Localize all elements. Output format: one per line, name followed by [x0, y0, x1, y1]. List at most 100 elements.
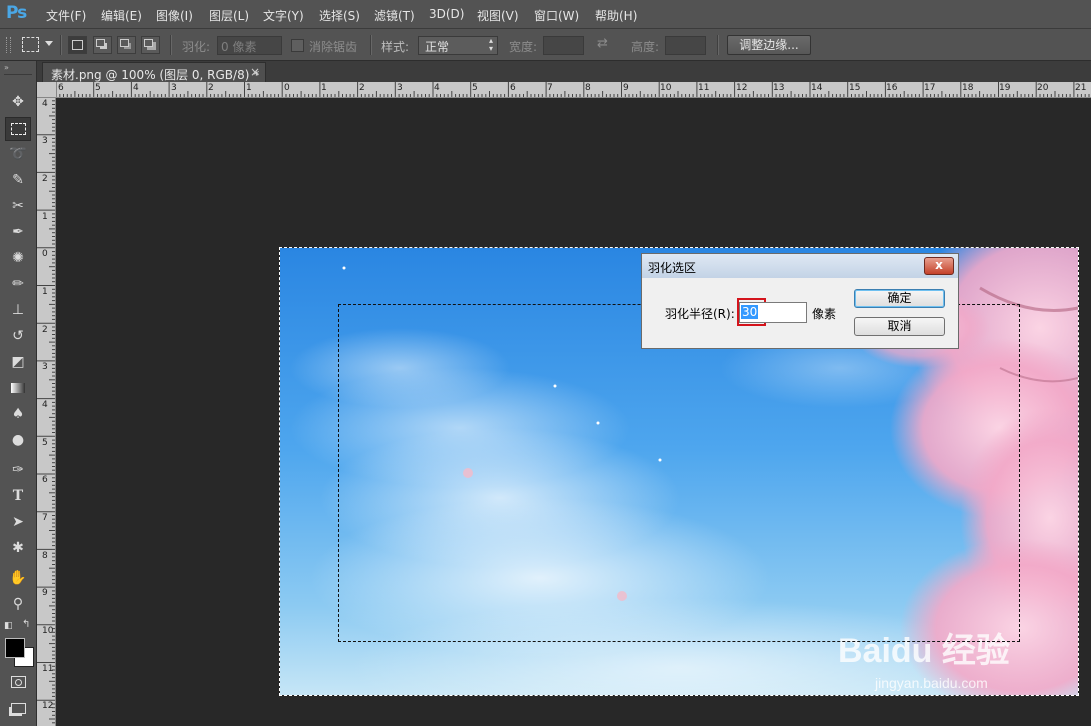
- updown-arrow-icon: ▴ ▾: [488, 36, 493, 53]
- type-tool-icon[interactable]: T: [6, 485, 30, 507]
- crop-tool-icon[interactable]: ✂: [6, 195, 30, 217]
- menu-layer[interactable]: 图层(L): [209, 7, 249, 24]
- ruler-h-label: 3: [397, 83, 403, 93]
- style-select-value: 正常: [425, 40, 450, 54]
- move-tool-icon[interactable]: ✥: [6, 91, 30, 113]
- style-select[interactable]: 正常 ▴ ▾: [418, 36, 498, 55]
- add-selection-mode-button[interactable]: [93, 36, 112, 54]
- marquee-preset-icon[interactable]: [22, 37, 39, 52]
- options-bar: 羽化: 0 像素 消除锯齿 样式: 正常 ▴ ▾ 宽度: ⇄ 高度: 调整边缘..…: [0, 29, 1091, 61]
- swap-dimensions-icon[interactable]: ⇄: [597, 36, 608, 51]
- dialog-titlebar[interactable]: 羽化选区 x: [642, 254, 958, 278]
- ruler-h-label: 10: [660, 83, 672, 93]
- refine-edge-button[interactable]: 调整边缘...: [727, 35, 811, 55]
- path-selection-tool-icon[interactable]: ➤: [6, 511, 30, 533]
- menu-help[interactable]: 帮助(H): [595, 7, 637, 24]
- photoshop-logo: Ps: [6, 3, 27, 23]
- ruler-h-label: 4: [133, 83, 139, 93]
- height-input[interactable]: [665, 36, 706, 55]
- menu-bar: Ps 文件(F) 编辑(E) 图像(I) 图层(L) 文字(Y) 选择(S) 滤…: [0, 0, 1091, 29]
- ruler-h-label: 12: [736, 83, 748, 93]
- feather-radius-input[interactable]: 30: [739, 302, 807, 323]
- chevron-down-icon[interactable]: [45, 41, 53, 46]
- zoom-tool-icon[interactable]: ⚲: [6, 593, 30, 615]
- ruler-v-label: 1: [42, 287, 48, 297]
- ruler-origin[interactable]: [37, 82, 57, 98]
- menu-window[interactable]: 窗口(W): [534, 7, 579, 24]
- dodge-tool-icon[interactable]: ●: [6, 429, 30, 451]
- screen-mode-icon[interactable]: [6, 697, 30, 719]
- quick-selection-tool-icon[interactable]: ✎: [6, 169, 30, 191]
- menu-filter[interactable]: 滤镜(T): [374, 7, 415, 24]
- new-selection-mode-button[interactable]: [68, 36, 87, 54]
- vertical-ruler[interactable]: 4 3 2 1 0 1 2 3 4 5 6 7 8 9 10 11 12: [37, 97, 56, 726]
- menu-select[interactable]: 选择(S): [319, 7, 360, 24]
- menu-type[interactable]: 文字(Y): [263, 7, 304, 24]
- intersect-selection-mode-button[interactable]: [141, 36, 160, 54]
- close-icon[interactable]: x: [924, 257, 954, 275]
- cancel-button[interactable]: 取消: [854, 317, 945, 336]
- radius-label: 羽化半径(R):: [665, 307, 735, 321]
- menu-file[interactable]: 文件(F): [46, 7, 86, 24]
- ruler-v-label: 10: [42, 626, 54, 636]
- quick-mask-icon[interactable]: [6, 671, 30, 693]
- unit-label: 像素: [812, 307, 837, 321]
- menu-edit[interactable]: 编辑(E): [101, 7, 142, 24]
- ruler-h-label: 6: [58, 83, 64, 93]
- healing-brush-tool-icon[interactable]: ✺: [6, 247, 30, 269]
- blur-tool-icon[interactable]: ♠: [6, 403, 30, 425]
- ruler-h-label: 2: [208, 83, 214, 93]
- ruler-h-label: 5: [472, 83, 478, 93]
- gradient-tool-icon[interactable]: [6, 377, 30, 399]
- shape-tool-icon[interactable]: ✱: [6, 537, 30, 559]
- document-tab[interactable]: 素材.png @ 100% (图层 0, RGB/8) * ×: [42, 62, 266, 83]
- ruler-h-label: 1: [321, 83, 327, 93]
- foreground-color-swatch[interactable]: [5, 638, 25, 658]
- feather-label: 羽化:: [182, 40, 211, 54]
- close-tab-icon[interactable]: ×: [250, 65, 260, 79]
- feather-input[interactable]: 0 像素: [217, 36, 282, 55]
- antialias-label: 消除锯齿: [309, 40, 358, 54]
- ruler-h-label: 8: [585, 83, 591, 93]
- menu-view[interactable]: 视图(V): [477, 7, 519, 24]
- width-input[interactable]: [543, 36, 584, 55]
- default-colors-icon[interactable]: ◧: [4, 621, 13, 631]
- ruler-h-label: 3: [171, 83, 177, 93]
- hand-tool-icon[interactable]: ✋: [6, 567, 30, 589]
- ruler-h-label: 21: [1075, 83, 1087, 93]
- ruler-h-label: 17: [924, 83, 936, 93]
- width-label: 宽度:: [509, 40, 538, 54]
- eraser-tool-icon[interactable]: ◩: [6, 351, 30, 373]
- subtract-selection-mode-button[interactable]: [117, 36, 136, 54]
- options-grip[interactable]: [6, 37, 11, 53]
- feather-radius-value: 30: [741, 305, 759, 319]
- history-brush-tool-icon[interactable]: ↺: [6, 325, 30, 347]
- clone-stamp-tool-icon[interactable]: ⊥: [6, 299, 30, 321]
- brush-tool-icon[interactable]: ✏: [6, 273, 30, 295]
- menu-image[interactable]: 图像(I): [156, 7, 193, 24]
- collapse-panel-icon[interactable]: »: [4, 63, 9, 72]
- height-label: 高度:: [631, 40, 660, 54]
- ok-button[interactable]: 确定: [854, 289, 945, 308]
- swap-colors-icon[interactable]: ↰: [22, 619, 30, 630]
- rectangular-marquee-tool-icon[interactable]: [5, 117, 31, 141]
- menu-3d[interactable]: 3D(D): [429, 7, 464, 21]
- ruler-h-label: 20: [1037, 83, 1049, 93]
- ruler-h-label: 7: [547, 83, 553, 93]
- ruler-v-label: 0: [42, 249, 48, 259]
- antialias-checkbox[interactable]: [291, 39, 304, 52]
- horizontal-ruler[interactable]: 6 5 4 3 2 1 0 1 2 3 4 5 6 7 8 9 10 11 12…: [56, 82, 1091, 98]
- ruler-h-label: 16: [886, 83, 898, 93]
- eyedropper-tool-icon[interactable]: ✒: [6, 221, 30, 243]
- ruler-h-label: 19: [999, 83, 1011, 93]
- ruler-v-label: 3: [42, 362, 48, 372]
- lasso-tool-icon[interactable]: ➰: [6, 143, 30, 165]
- ruler-v-label: 3: [42, 136, 48, 146]
- ruler-v-label: 7: [42, 513, 48, 523]
- feather-input-value: 0 像素: [221, 40, 257, 54]
- ruler-v-label: 11: [42, 664, 54, 674]
- ruler-h-label: 15: [849, 83, 861, 93]
- pen-tool-icon[interactable]: ✑: [6, 459, 30, 481]
- ruler-h-label: 11: [698, 83, 710, 93]
- ruler-v-label: 9: [42, 588, 48, 598]
